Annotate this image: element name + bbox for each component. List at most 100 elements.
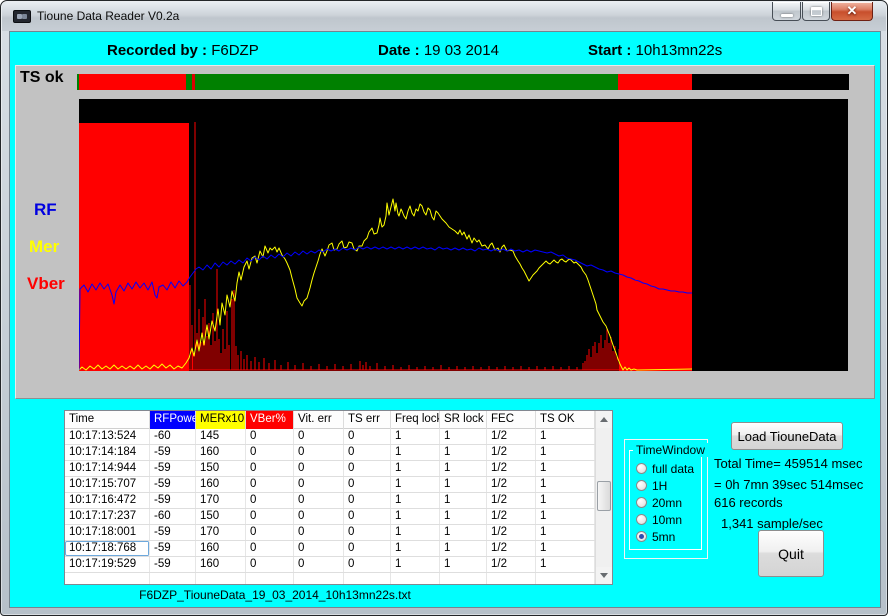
- table-row[interactable]: 10:17:18:001-59170000111/21: [65, 525, 595, 541]
- table-cell[interactable]: 0: [344, 557, 391, 572]
- column-header[interactable]: Vit. err: [294, 411, 344, 429]
- table-cell[interactable]: 1: [391, 461, 440, 476]
- table-cell[interactable]: 150: [196, 509, 246, 524]
- table-cell[interactable]: 160: [196, 477, 246, 492]
- table-cell[interactable]: 1: [440, 509, 487, 524]
- table-cell[interactable]: 170: [196, 493, 246, 508]
- titlebar[interactable]: Tioune Data Reader V0.2a ✕: [2, 2, 886, 31]
- table-cell[interactable]: 1: [440, 525, 487, 540]
- table-cell[interactable]: 0: [246, 557, 294, 572]
- radio-option-1H[interactable]: 1H: [636, 477, 694, 494]
- table-cell[interactable]: 0: [294, 445, 344, 460]
- table-cell[interactable]: 0: [294, 541, 344, 556]
- table-cell[interactable]: 10:17:14:944: [65, 461, 150, 476]
- table-cell[interactable]: -59: [150, 557, 196, 572]
- scroll-down-button[interactable]: [596, 567, 612, 584]
- maximize-button[interactable]: [802, 2, 830, 21]
- table-cell[interactable]: 1: [536, 477, 595, 492]
- table-cell[interactable]: -59: [150, 493, 196, 508]
- table-cell[interactable]: 1/2: [487, 445, 536, 460]
- table-cell[interactable]: -59: [150, 477, 196, 492]
- table-cell[interactable]: 1: [391, 509, 440, 524]
- close-button[interactable]: ✕: [831, 2, 873, 21]
- table-cell[interactable]: 160: [196, 445, 246, 460]
- column-header[interactable]: Freq lock: [391, 411, 440, 429]
- table-cell[interactable]: 0: [294, 429, 344, 444]
- table-cell[interactable]: 1: [440, 429, 487, 444]
- column-header[interactable]: TS OK: [536, 411, 595, 429]
- table-cell[interactable]: 0: [344, 477, 391, 492]
- table-row[interactable]: 10:17:13:524-60145000111/21: [65, 429, 595, 445]
- table-cell[interactable]: 10:17:13:524: [65, 429, 150, 444]
- table-cell[interactable]: 0: [246, 429, 294, 444]
- table-cell[interactable]: 0: [344, 541, 391, 556]
- table-cell[interactable]: 0: [344, 525, 391, 540]
- radio-option-20mn[interactable]: 20mn: [636, 494, 694, 511]
- table-cell[interactable]: 10:17:16:472: [65, 493, 150, 508]
- table-cell[interactable]: 0: [294, 557, 344, 572]
- column-header[interactable]: SR lock: [440, 411, 487, 429]
- table-cell[interactable]: 1/2: [487, 477, 536, 492]
- table-cell[interactable]: 1: [440, 493, 487, 508]
- table-cell[interactable]: 0: [246, 461, 294, 476]
- table-cell[interactable]: 1: [440, 557, 487, 572]
- table-cell[interactable]: 160: [196, 557, 246, 572]
- table-cell[interactable]: 0: [294, 525, 344, 540]
- table-cell[interactable]: 150: [196, 461, 246, 476]
- table-cell[interactable]: 0: [294, 461, 344, 476]
- table-cell[interactable]: 1: [391, 557, 440, 572]
- radio-button-icon[interactable]: [636, 514, 647, 525]
- table-cell[interactable]: 1: [536, 445, 595, 460]
- quit-button[interactable]: Quit: [758, 530, 824, 577]
- table-row[interactable]: 10:17:14:944-59150000111/21: [65, 461, 595, 477]
- table-cell[interactable]: 1/2: [487, 509, 536, 524]
- column-header[interactable]: TS err: [344, 411, 391, 429]
- table-cell[interactable]: 1: [440, 445, 487, 460]
- radio-option-5mn[interactable]: 5mn: [636, 528, 694, 545]
- table-cell[interactable]: 0: [294, 493, 344, 508]
- column-header[interactable]: RFPower: [150, 411, 196, 429]
- scroll-up-button[interactable]: [596, 411, 612, 428]
- table-cell[interactable]: 0: [344, 509, 391, 524]
- table-cell[interactable]: 0: [344, 429, 391, 444]
- table-cell[interactable]: 0: [246, 509, 294, 524]
- table-cell[interactable]: 1: [536, 493, 595, 508]
- table-cell[interactable]: 1/2: [487, 429, 536, 444]
- table-row[interactable]: 10:17:17:237-60150000111/21: [65, 509, 595, 525]
- table-cell[interactable]: -60: [150, 509, 196, 524]
- radio-button-icon[interactable]: [636, 497, 647, 508]
- table-cell[interactable]: 0: [246, 493, 294, 508]
- load-tiounedata-button[interactable]: Load TiouneData: [731, 422, 843, 450]
- table-row[interactable]: 10:17:15:707-59160000111/21: [65, 477, 595, 493]
- table-cell[interactable]: 0: [294, 509, 344, 524]
- radio-button-icon[interactable]: [636, 480, 647, 491]
- table-cell[interactable]: 10:17:18:768: [65, 541, 150, 556]
- table-cell[interactable]: -59: [150, 525, 196, 540]
- table-cell[interactable]: 1: [440, 477, 487, 492]
- table-row[interactable]: 10:17:14:184-59160000111/21: [65, 445, 595, 461]
- radio-option-10mn[interactable]: 10mn: [636, 511, 694, 528]
- table-vertical-scrollbar[interactable]: [595, 411, 612, 584]
- table-cell[interactable]: 1/2: [487, 541, 536, 556]
- table-cell[interactable]: 1/2: [487, 461, 536, 476]
- table-cell[interactable]: 0: [246, 541, 294, 556]
- table-cell[interactable]: 1: [536, 541, 595, 556]
- table-cell[interactable]: 1/2: [487, 493, 536, 508]
- table-cell[interactable]: 1: [391, 477, 440, 492]
- table-row[interactable]: 10:17:16:472-59170000111/21: [65, 493, 595, 509]
- table-cell[interactable]: 1: [536, 525, 595, 540]
- table-cell[interactable]: 1: [391, 493, 440, 508]
- table-cell[interactable]: 1: [391, 525, 440, 540]
- table-cell[interactable]: 1: [536, 461, 595, 476]
- table-cell[interactable]: 10:17:15:707: [65, 477, 150, 492]
- radio-button-icon[interactable]: [636, 531, 647, 542]
- table-cell[interactable]: -60: [150, 429, 196, 444]
- radio-option-full-data[interactable]: full data: [636, 460, 694, 477]
- table-cell[interactable]: 170: [196, 525, 246, 540]
- table-row[interactable]: 10:17:19:529-59160000111/21: [65, 557, 595, 573]
- table-cell[interactable]: 0: [294, 477, 344, 492]
- table-cell[interactable]: 1/2: [487, 557, 536, 572]
- data-table[interactable]: TimeRFPowerMERx10VBer%Vit. errTS errFreq…: [64, 410, 613, 585]
- table-cell[interactable]: -59: [150, 461, 196, 476]
- table-cell[interactable]: 0: [344, 445, 391, 460]
